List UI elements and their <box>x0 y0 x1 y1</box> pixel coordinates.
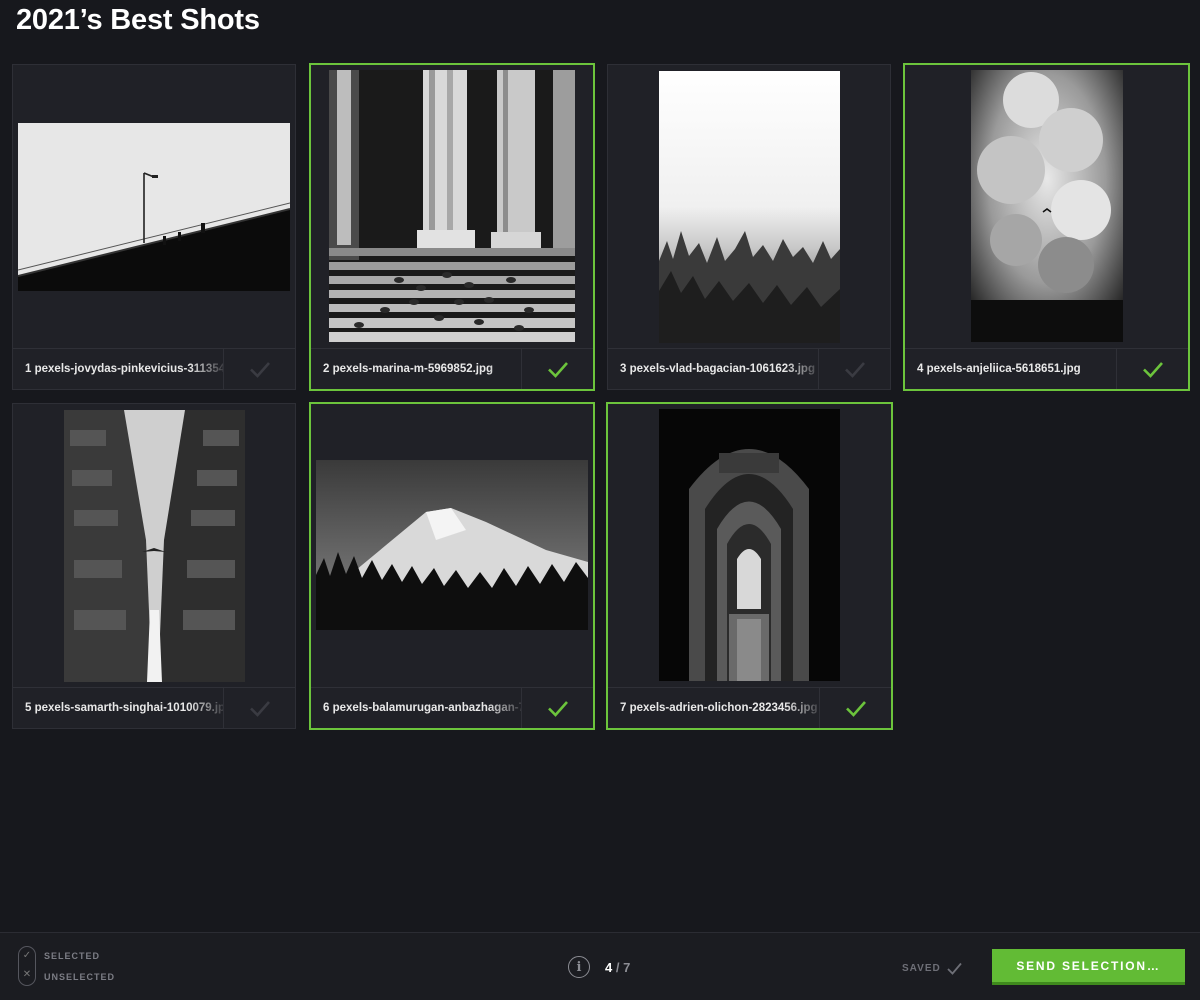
page-title: 2021’s Best Shots <box>16 4 260 36</box>
photo-index: 2 <box>323 363 330 375</box>
selection-count: 4 / 7 <box>605 960 630 975</box>
check-icon: ✓ <box>22 950 32 961</box>
photo-card-4[interactable]: 4 pexels-anjeliica-5618651.jpg <box>903 63 1190 391</box>
bottom-bar: ✓ ✕ SELECTED UNSELECTED i 4 / 7 SAVED SE… <box>0 932 1200 1000</box>
thumbnail[interactable] <box>607 403 892 687</box>
count-separator: / <box>615 959 620 975</box>
photo-filename: 6 pexels-balamurugan-anbazhagan-7 <box>311 688 521 728</box>
card-footer: 1 pexels-jovydas-pinkevicius-3113541.jpg <box>13 348 295 389</box>
selection-filter-toggle[interactable]: ✓ ✕ <box>18 946 36 986</box>
photo-name: pexels-vlad-bagacian-1061623.jpg <box>629 363 815 375</box>
send-selection-button[interactable]: SEND SELECTION… <box>992 949 1185 985</box>
photo-index: 3 <box>620 363 627 375</box>
thumbnail[interactable] <box>608 65 890 349</box>
thumbnail[interactable] <box>13 65 295 349</box>
check-icon <box>547 362 568 378</box>
photo-filename: 2 pexels-marina-m-5969852.jpg <box>311 349 521 389</box>
photo-index: 6 <box>323 702 330 714</box>
select-toggle[interactable] <box>223 688 295 728</box>
legend-selected[interactable]: SELECTED <box>44 951 100 961</box>
thumbnail[interactable] <box>310 403 594 687</box>
photo-name: pexels-samarth-singhai-1010079.jpg <box>34 702 223 714</box>
photo-filename: 5 pexels-samarth-singhai-1010079.jpg <box>13 688 223 728</box>
check-icon <box>249 701 270 717</box>
photo-name: pexels-marina-m-5969852.jpg <box>332 363 494 375</box>
selection-counter: i 4 / 7 <box>568 956 630 978</box>
info-icon[interactable]: i <box>568 956 590 978</box>
photo-card-1[interactable]: 1 pexels-jovydas-pinkevicius-3113541.jpg <box>12 64 296 390</box>
save-status: SAVED <box>902 962 962 975</box>
photo-index: 1 <box>25 363 32 375</box>
photo-card-7[interactable]: 7 pexels-adrien-olichon-2823456.jpg <box>606 402 893 730</box>
photo-name: pexels-adrien-olichon-2823456.jpg <box>629 702 818 714</box>
select-toggle[interactable] <box>819 688 891 728</box>
count-total: 7 <box>623 959 631 975</box>
select-toggle[interactable] <box>818 349 890 389</box>
select-toggle[interactable] <box>223 349 295 389</box>
photo-image <box>18 123 290 291</box>
check-icon <box>947 962 962 975</box>
photo-filename: 3 pexels-vlad-bagacian-1061623.jpg <box>608 349 818 389</box>
card-footer: 4 pexels-anjeliica-5618651.jpg <box>905 348 1188 389</box>
select-toggle[interactable] <box>521 349 593 389</box>
select-toggle[interactable] <box>521 688 593 728</box>
photo-image <box>658 71 840 343</box>
thumbnail[interactable] <box>13 404 295 688</box>
photo-index: 4 <box>917 363 924 375</box>
legend-unselected[interactable]: UNSELECTED <box>44 972 115 982</box>
photo-name: pexels-balamurugan-anbazhagan-7 <box>332 702 521 714</box>
photo-filename: 4 pexels-anjeliica-5618651.jpg <box>905 349 1116 389</box>
card-footer: 2 pexels-marina-m-5969852.jpg <box>311 348 593 389</box>
photo-image <box>329 70 575 342</box>
photo-image <box>659 409 840 681</box>
photo-filename: 1 pexels-jovydas-pinkevicius-3113541.jpg <box>13 349 223 389</box>
photo-image <box>316 460 588 630</box>
count-current: 4 <box>605 959 613 975</box>
photo-index: 7 <box>620 702 627 714</box>
x-icon: ✕ <box>22 969 32 980</box>
photo-image <box>63 410 245 682</box>
thumbnail[interactable] <box>904 64 1189 348</box>
photo-name: pexels-anjeliica-5618651.jpg <box>926 363 1081 375</box>
check-icon <box>844 362 865 378</box>
check-icon <box>845 701 866 717</box>
saved-label: SAVED <box>902 963 941 974</box>
check-icon <box>1142 362 1163 378</box>
check-icon <box>249 362 270 378</box>
photo-card-3[interactable]: 3 pexels-vlad-bagacian-1061623.jpg <box>607 64 891 390</box>
photo-name: pexels-jovydas-pinkevicius-3113541.jpg <box>34 363 223 375</box>
check-icon <box>547 701 568 717</box>
photo-index: 5 <box>25 702 32 714</box>
select-toggle[interactable] <box>1116 349 1188 389</box>
photo-image <box>970 70 1123 342</box>
card-footer: 7 pexels-adrien-olichon-2823456.jpg <box>608 687 891 728</box>
card-footer: 5 pexels-samarth-singhai-1010079.jpg <box>13 687 295 728</box>
card-footer: 3 pexels-vlad-bagacian-1061623.jpg <box>608 348 890 389</box>
photo-card-5[interactable]: 5 pexels-samarth-singhai-1010079.jpg <box>12 403 296 729</box>
thumbnail[interactable] <box>310 64 594 348</box>
photo-card-6[interactable]: 6 pexels-balamurugan-anbazhagan-7 <box>309 402 595 730</box>
photo-filename: 7 pexels-adrien-olichon-2823456.jpg <box>608 688 819 728</box>
photo-card-2[interactable]: 2 pexels-marina-m-5969852.jpg <box>309 63 595 391</box>
card-footer: 6 pexels-balamurugan-anbazhagan-7 <box>311 687 593 728</box>
